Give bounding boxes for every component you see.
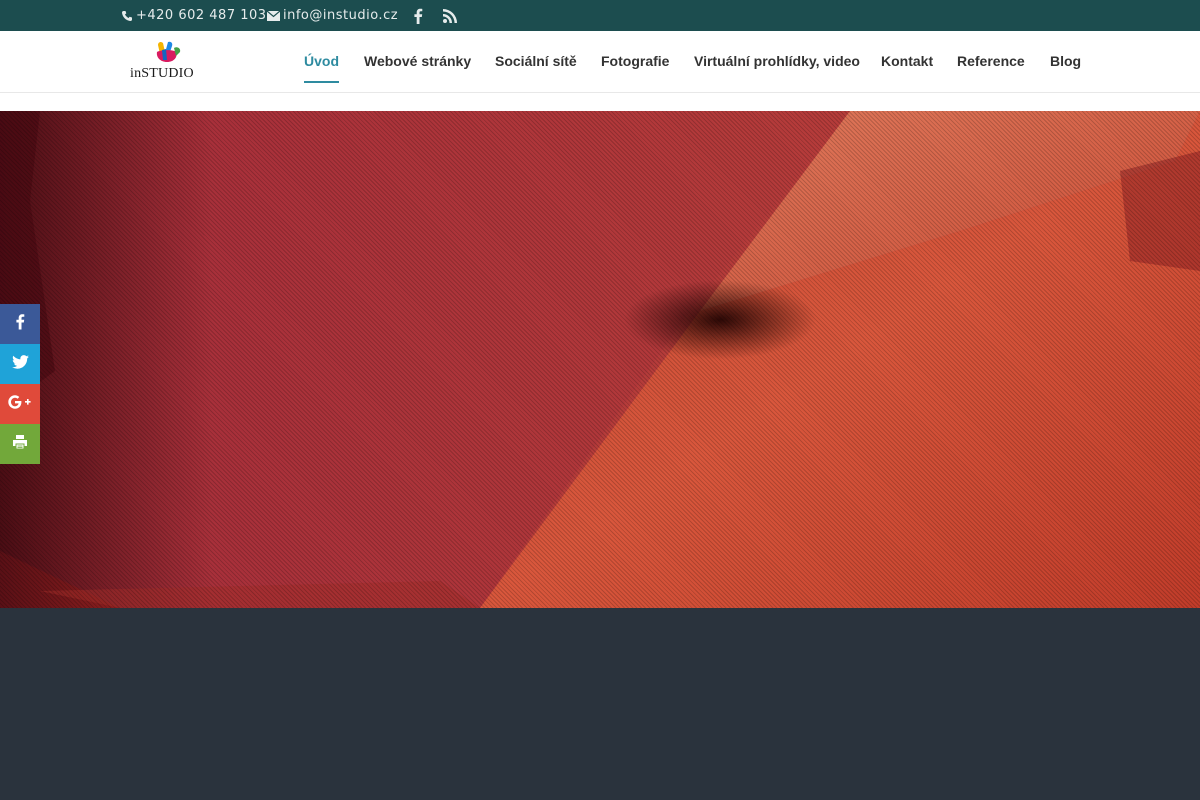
facebook-icon <box>15 313 25 335</box>
print-icon <box>12 434 28 455</box>
nav-item-fotografie[interactable]: Fotografie <box>601 53 669 69</box>
email-link[interactable]: info@instudio.cz <box>267 0 398 31</box>
site-header: inSTUDIO Úvod Webové stránky Sociální sí… <box>0 31 1200 93</box>
header-spacer <box>0 93 1200 111</box>
share-google-plus-button[interactable] <box>0 384 40 424</box>
facebook-icon <box>413 8 423 24</box>
nav-item-socialni-site[interactable]: Sociální sítě <box>495 53 577 69</box>
share-sidebar <box>0 304 40 464</box>
phone-icon <box>121 10 133 22</box>
nav-item-reference[interactable]: Reference <box>957 53 1025 69</box>
twitter-icon <box>11 354 29 374</box>
facebook-link[interactable] <box>413 0 423 31</box>
nav-item-webove-stranky[interactable]: Webové stránky <box>364 53 471 69</box>
nav-item-blog[interactable]: Blog <box>1050 53 1081 69</box>
share-facebook-button[interactable] <box>0 304 40 344</box>
rss-link[interactable] <box>443 0 457 31</box>
content-section <box>0 608 1200 800</box>
top-bar: +420 602 487 103 info@instudio.cz <box>0 0 1200 31</box>
hero-banner <box>0 111 1200 608</box>
phone-link[interactable]: +420 602 487 103 <box>121 0 267 31</box>
nav-item-uvod[interactable]: Úvod <box>304 53 339 69</box>
google-plus-icon <box>7 394 33 415</box>
share-twitter-button[interactable] <box>0 344 40 384</box>
print-button[interactable] <box>0 424 40 464</box>
logo-text: inSTUDIO <box>130 66 194 81</box>
email-address: info@instudio.cz <box>283 8 399 23</box>
active-nav-underline <box>304 81 339 83</box>
hero-background-image <box>0 111 1200 608</box>
nav-item-kontakt[interactable]: Kontakt <box>881 53 933 69</box>
rss-icon <box>443 8 457 23</box>
phone-number: +420 602 487 103 <box>136 8 267 23</box>
mail-icon <box>267 10 280 21</box>
nav-item-virtualni-prohlidky[interactable]: Virtuální prohlídky, video <box>694 53 860 69</box>
